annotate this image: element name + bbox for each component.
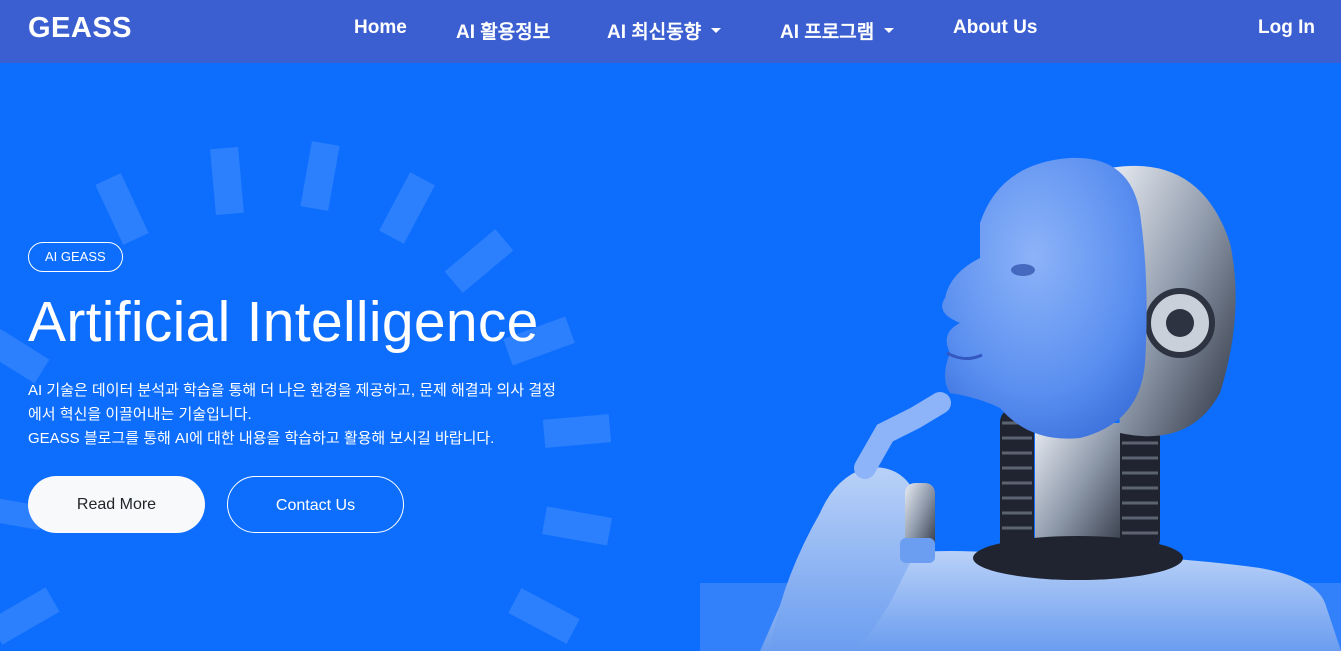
hero-description-line: GEASS 블로그를 통해 AI에 대한 내용을 학습하고 활용해 보시길 바랍… xyxy=(28,430,495,447)
hero-description: AI 기술은 데이터 분석과 학습을 통해 더 나은 환경을 제공하고, 문제 … xyxy=(28,379,668,451)
nav-home-label: Home xyxy=(354,17,407,38)
nav-about-us[interactable]: About Us xyxy=(953,17,1037,39)
hero-section: AI GEASS Artificial Intelligence AI 기술은 … xyxy=(0,63,1341,651)
robot-illustration xyxy=(700,157,1341,651)
nav-ai-programs[interactable]: AI 프로그램 xyxy=(780,17,895,44)
nav-home[interactable]: Home xyxy=(354,17,407,39)
nav-ai-usage-label: AI 활용정보 xyxy=(456,22,551,43)
contact-us-button[interactable]: Contact Us xyxy=(227,476,404,533)
login-link[interactable]: Log In xyxy=(1258,17,1315,39)
caret-down-icon xyxy=(711,28,722,34)
nav-about-us-label: About Us xyxy=(953,17,1038,38)
read-more-button[interactable]: Read More xyxy=(28,476,205,533)
nav-ai-trends-label: AI 최신동향 xyxy=(607,22,702,43)
nav-menu: Home AI 활용정보 AI 최신동향 AI 프로그램 About Us Lo… xyxy=(0,0,1341,63)
caret-down-icon xyxy=(884,28,895,34)
hero-decoration xyxy=(0,141,612,645)
nav-ai-trends[interactable]: AI 최신동향 xyxy=(607,17,722,44)
hero-description-line: AI 기술은 데이터 분석과 학습을 통해 더 나은 환경을 제공하고, 문제 … xyxy=(28,382,556,399)
login-label: Log In xyxy=(1258,17,1315,38)
hero-description-line: 에서 혁신을 이끌어내는 기술입니다. xyxy=(28,406,252,423)
hero-badge: AI GEASS xyxy=(28,242,123,272)
nav-ai-programs-label: AI 프로그램 xyxy=(780,22,875,43)
top-navbar: GEASS Home AI 활용정보 AI 최신동향 AI 프로그램 About… xyxy=(0,0,1341,63)
hero-title: Artificial Intelligence xyxy=(28,290,539,354)
nav-ai-usage[interactable]: AI 활용정보 xyxy=(456,17,550,44)
